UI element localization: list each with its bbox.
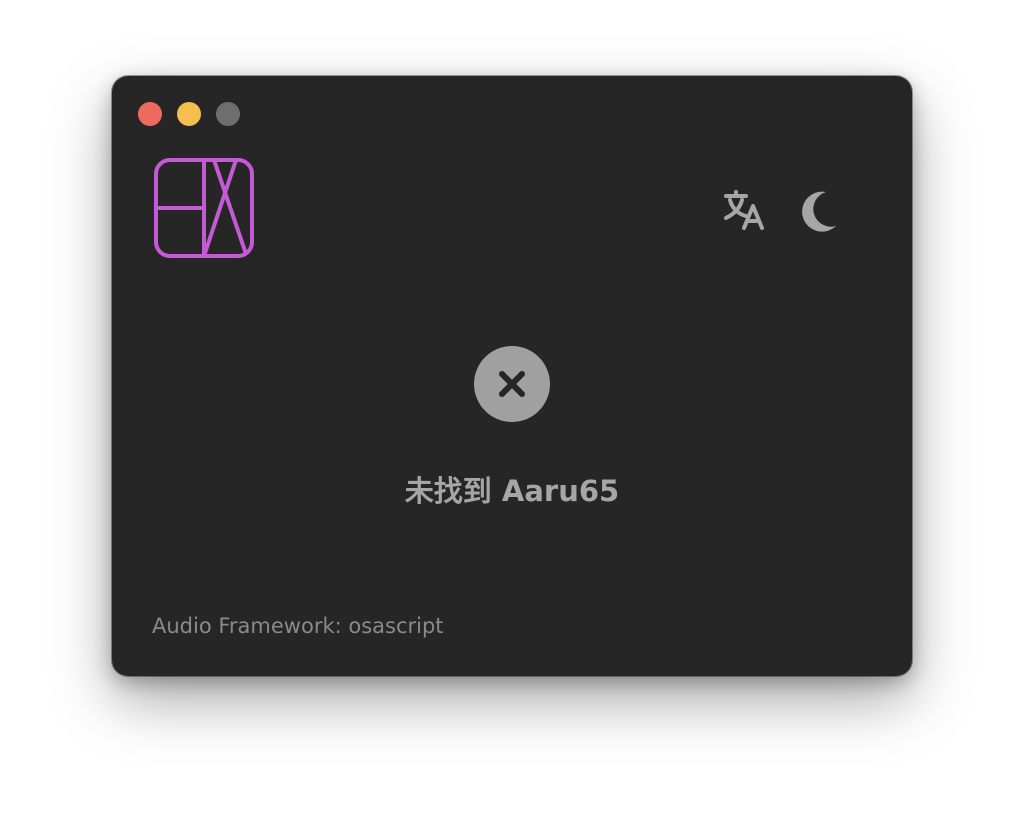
window-minimize-button[interactable] — [177, 102, 201, 126]
moon-icon — [802, 191, 836, 232]
window-controls — [138, 102, 240, 126]
status-icon — [474, 346, 550, 422]
app-logo-icon — [154, 158, 254, 258]
status-message: 未找到 Aaru65 — [404, 474, 620, 508]
theme-toggle-button[interactable] — [796, 188, 842, 234]
close-circle-icon — [499, 371, 525, 397]
translate-icon — [724, 190, 764, 230]
app-window: 未找到 Aaru65 Audio Framework: osascript — [111, 75, 913, 677]
window-close-button[interactable] — [138, 102, 162, 126]
window-zoom-button[interactable] — [216, 102, 240, 126]
audio-framework-label: Audio Framework: osascript — [152, 614, 444, 638]
translate-button[interactable] — [722, 188, 768, 234]
toolbar-actions — [722, 188, 842, 234]
